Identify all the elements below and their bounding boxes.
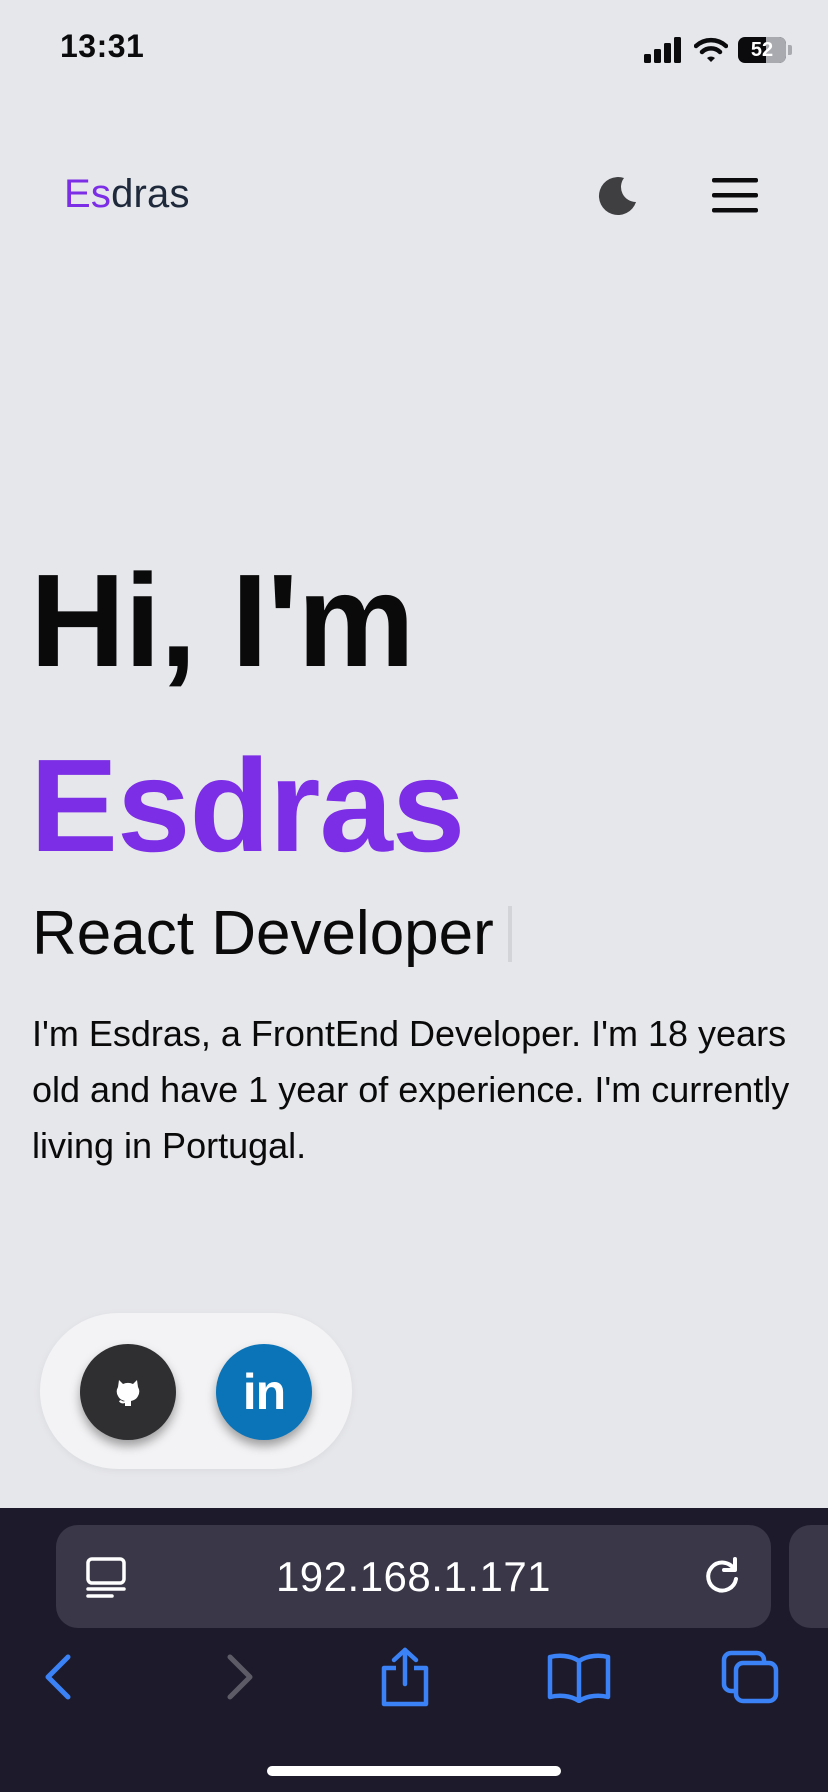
social-links: in bbox=[40, 1313, 352, 1469]
hero-greeting: Hi, I'm bbox=[30, 547, 415, 694]
status-icons: 52 bbox=[644, 32, 792, 68]
url-text: 192.168.1.171 bbox=[275, 1553, 552, 1600]
linkedin-button[interactable]: in bbox=[216, 1344, 312, 1440]
logo-accent: Es bbox=[64, 172, 112, 216]
address-bar[interactable]: 192.168.1.171 bbox=[56, 1525, 771, 1628]
share-icon bbox=[381, 1647, 429, 1707]
book-icon bbox=[547, 1653, 611, 1703]
logo-rest: dras bbox=[111, 172, 190, 216]
tabs-icon bbox=[721, 1650, 779, 1704]
share-button[interactable] bbox=[378, 1642, 432, 1712]
github-icon bbox=[116, 1380, 140, 1406]
cellular-signal-icon bbox=[644, 37, 681, 63]
next-tab-preview[interactable] bbox=[789, 1525, 828, 1628]
hero-role: React Developer bbox=[32, 903, 512, 965]
linkedin-icon: in bbox=[242, 1364, 286, 1420]
chevron-left-icon bbox=[45, 1654, 71, 1700]
typing-cursor bbox=[507, 906, 512, 962]
hero-description: I'm Esdras, a FrontEnd Developer. I'm 18… bbox=[32, 1013, 790, 1166]
bookmarks-button[interactable] bbox=[546, 1642, 612, 1712]
tabs-button[interactable] bbox=[720, 1642, 782, 1712]
github-button[interactable] bbox=[80, 1344, 176, 1440]
battery-level: 52 bbox=[750, 38, 774, 61]
battery-tip bbox=[788, 45, 792, 55]
battery-indicator: 52 bbox=[738, 37, 786, 63]
home-indicator bbox=[267, 1766, 561, 1776]
forward-button[interactable] bbox=[218, 1642, 262, 1712]
chevron-right-icon bbox=[227, 1654, 253, 1700]
theme-toggle-button[interactable] bbox=[594, 172, 642, 220]
back-button[interactable] bbox=[36, 1642, 80, 1712]
hero-name: Esdras bbox=[30, 732, 465, 879]
status-time: 13:31 bbox=[60, 28, 145, 64]
hamburger-menu-icon bbox=[712, 178, 758, 213]
reload-icon[interactable] bbox=[699, 1553, 745, 1599]
menu-button[interactable] bbox=[706, 172, 762, 220]
site-logo[interactable]: Esdras bbox=[64, 172, 190, 217]
browser-toolbar: 192.168.1.171 bbox=[0, 1508, 828, 1792]
hero-role-text: React Developer bbox=[32, 899, 494, 968]
wifi-icon bbox=[694, 37, 728, 62]
moon-icon bbox=[598, 177, 636, 216]
